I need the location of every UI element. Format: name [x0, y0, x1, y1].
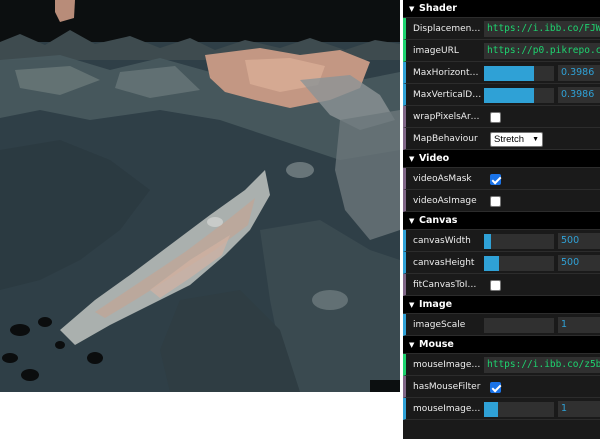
slider[interactable]	[484, 234, 554, 249]
control-row: MaxHorizontalD... 0.3986	[403, 62, 600, 84]
triangle-down-icon: ▼	[409, 217, 415, 225]
canvas-empty-area	[0, 392, 400, 439]
triangle-down-icon: ▼	[409, 5, 415, 13]
select-value: Stretch	[494, 134, 525, 145]
checkbox[interactable]	[490, 112, 501, 123]
control-row: canvasHeight 500	[403, 252, 600, 274]
control-label: wrapPixelsAround	[413, 112, 483, 122]
text-input[interactable]: https://i.ibb.co/z5bDmdq	[484, 357, 600, 373]
slider-fill	[484, 66, 535, 81]
displacement-canvas[interactable]	[0, 0, 400, 392]
control-row: hasMouseFilter	[403, 376, 600, 398]
control-label: videoAsImage	[413, 196, 477, 206]
triangle-down-icon: ▼	[409, 341, 415, 349]
number-input[interactable]: 1	[558, 401, 600, 417]
folder-video[interactable]: ▼ Video	[403, 150, 600, 168]
control-label: mouseImageScale	[413, 404, 483, 414]
text-input[interactable]: https://p0.pikrepo.com/pre	[484, 43, 600, 59]
select-dropdown[interactable]: Stretch ▼	[490, 132, 543, 147]
checkbox[interactable]	[490, 174, 501, 185]
gui-panel: ▼ShaderDisplacementM...https://i.ibb.co/…	[403, 0, 600, 439]
number-input[interactable]: 500	[558, 233, 600, 249]
control-label: MaxVerticalDisp...	[413, 90, 483, 100]
slider-fill	[484, 88, 535, 103]
control-label: imageURL	[413, 46, 459, 56]
control-label: hasMouseFilter	[413, 382, 481, 392]
control-label: DisplacementM...	[413, 24, 483, 34]
control-row: imageURL https://p0.pikrepo.com/pre	[403, 40, 600, 62]
folder-title: Video	[419, 153, 450, 164]
triangle-down-icon: ▼	[409, 155, 415, 163]
control-row: mouseImageScale 1	[403, 398, 600, 420]
slider[interactable]	[484, 402, 554, 417]
control-label: imageScale	[413, 320, 466, 330]
control-row: MapBehaviour Stretch ▼	[403, 128, 600, 150]
number-input[interactable]: 500	[558, 255, 600, 271]
control-label: MaxHorizontalD...	[413, 68, 483, 78]
slider-fill	[484, 256, 500, 271]
checkbox[interactable]	[490, 382, 501, 393]
control-row: videoAsImage	[403, 190, 600, 212]
slider[interactable]	[484, 318, 554, 333]
folder-canvas[interactable]: ▼ Canvas	[403, 212, 600, 230]
control-row: mouseImageURLhttps://i.ibb.co/z5bDmdq	[403, 354, 600, 376]
chevron-down-icon: ▼	[532, 136, 539, 143]
slider[interactable]	[484, 256, 554, 271]
control-row: videoAsMask	[403, 168, 600, 190]
control-label: canvasHeight	[413, 258, 475, 268]
control-row: canvasWidth 500	[403, 230, 600, 252]
number-input[interactable]: 0.3986	[558, 87, 600, 103]
control-label: canvasWidth	[413, 236, 471, 246]
folder-title: Canvas	[419, 215, 458, 226]
folder-image[interactable]: ▼ Image	[403, 296, 600, 314]
triangle-down-icon: ▼	[409, 301, 415, 309]
checkbox[interactable]	[490, 196, 501, 207]
folder-title: Mouse	[419, 339, 454, 350]
checkbox[interactable]	[490, 280, 501, 291]
control-label: videoAsMask	[413, 174, 472, 184]
slider-fill	[484, 234, 491, 249]
control-row: MaxVerticalDisp... 0.3986	[403, 84, 600, 106]
number-input[interactable]: 1	[558, 317, 600, 333]
control-row: imageScale 1	[403, 314, 600, 336]
number-input[interactable]: 0.3986	[558, 65, 600, 81]
control-row: fitCanvasToImage	[403, 274, 600, 296]
text-input[interactable]: https://i.ibb.co/FJWXGG	[484, 21, 600, 37]
control-row: wrapPixelsAround	[403, 106, 600, 128]
control-label: mouseImageURL	[413, 360, 483, 370]
folder-title: Shader	[419, 3, 457, 14]
slider-fill	[484, 402, 498, 417]
folder-title: Image	[419, 299, 453, 310]
slider[interactable]	[484, 88, 554, 103]
control-row: DisplacementM...https://i.ibb.co/FJWXGG	[403, 18, 600, 40]
control-label: fitCanvasToImage	[413, 280, 483, 290]
control-label: MapBehaviour	[413, 134, 478, 144]
slider[interactable]	[484, 66, 554, 81]
folder-shader[interactable]: ▼ Shader	[403, 0, 600, 18]
folder-mouse[interactable]: ▼ Mouse	[403, 336, 600, 354]
